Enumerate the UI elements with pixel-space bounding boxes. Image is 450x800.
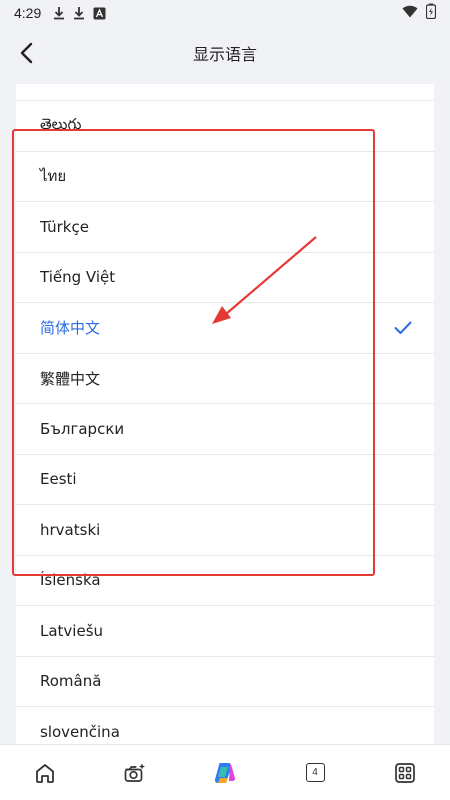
nav-camera-button[interactable] xyxy=(113,751,157,795)
header: 显示语言 xyxy=(0,26,450,80)
nav-tabs-button[interactable]: 4 xyxy=(293,751,337,795)
language-item[interactable]: Tiếng Việt xyxy=(16,251,434,303)
language-label: Íslenska xyxy=(40,571,101,590)
nav-apps-button[interactable] xyxy=(383,751,427,795)
language-item[interactable]: తెలుగు xyxy=(16,100,434,151)
language-item[interactable]: Eesti xyxy=(16,453,434,505)
language-list[interactable]: తెలుగు ไทย Türkçe Tiếng Việt 简体中文 繁體中文 Б… xyxy=(16,84,434,744)
language-label: 繁體中文 xyxy=(40,369,101,388)
language-item-selected[interactable]: 简体中文 xyxy=(16,302,434,353)
nav-copilot-button[interactable] xyxy=(203,751,247,795)
tabs-icon: 4 xyxy=(305,763,325,782)
page-title: 显示语言 xyxy=(192,45,257,64)
wifi-icon xyxy=(402,5,418,22)
font-icon xyxy=(93,7,106,20)
download-icon xyxy=(73,6,85,20)
language-label: Български xyxy=(40,419,125,438)
language-item[interactable]: hrvatski xyxy=(16,504,434,555)
language-item[interactable]: Türkçe xyxy=(16,201,434,252)
language-label: తెలుగు xyxy=(40,114,82,133)
language-item[interactable]: 繁體中文 xyxy=(16,352,434,404)
language-item[interactable]: ไทย xyxy=(16,150,434,202)
battery-icon xyxy=(425,3,437,23)
language-item[interactable]: Íslenska xyxy=(16,554,434,606)
camera-sparkle-icon xyxy=(124,763,145,782)
bottom-nav: 4 xyxy=(0,744,450,800)
language-label: Türkçe xyxy=(40,217,89,236)
language-label: Latviešu xyxy=(40,621,104,640)
language-item[interactable]: Română xyxy=(16,655,434,707)
chevron-left-icon xyxy=(20,42,33,64)
language-label: slovenčina xyxy=(40,722,120,741)
language-item[interactable]: slovenčina xyxy=(16,706,434,744)
apps-grid-icon xyxy=(395,762,415,783)
check-icon xyxy=(394,321,412,334)
home-icon xyxy=(36,763,54,783)
download-icon xyxy=(53,6,65,20)
back-button[interactable] xyxy=(12,38,42,68)
status-bar: 4:29 xyxy=(0,0,450,26)
list-item-partial xyxy=(16,84,434,100)
tabs-count: 4 xyxy=(312,767,318,778)
language-label: hrvatski xyxy=(40,520,101,539)
nav-home-button[interactable] xyxy=(23,751,67,795)
language-item[interactable]: Latviešu xyxy=(16,605,434,656)
copilot-icon xyxy=(214,762,236,783)
language-label: Eesti xyxy=(40,470,77,489)
language-label: Tiếng Việt xyxy=(40,268,116,287)
language-label: ไทย xyxy=(40,167,67,186)
language-label: 简体中文 xyxy=(40,319,101,338)
language-label: Română xyxy=(40,672,102,691)
language-item[interactable]: Български xyxy=(16,403,434,454)
status-time: 4:29 xyxy=(14,5,42,21)
